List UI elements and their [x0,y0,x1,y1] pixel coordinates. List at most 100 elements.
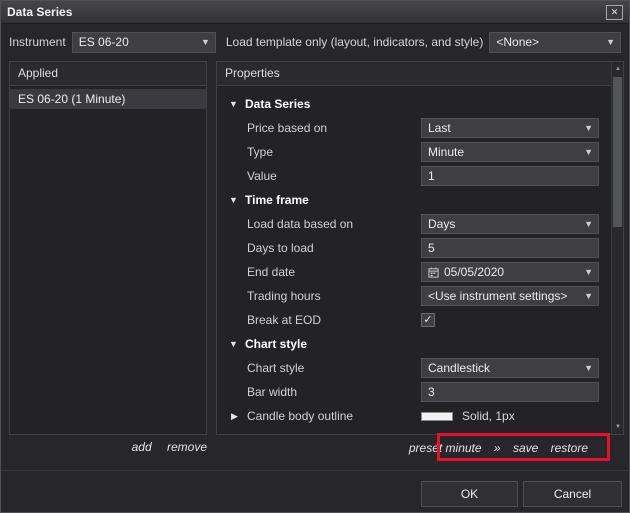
ok-button-label: OK [460,487,479,501]
title-bar[interactable]: Data Series ✕ [1,1,629,24]
property-label: Trading hours [247,289,321,303]
property-row-price-based-on: Price based on Last ▼ [217,116,611,140]
price-based-on-dropdown[interactable]: Last ▼ [421,118,599,138]
dropdown-value: Minute [428,145,465,159]
scroll-down-icon: ▼ [615,424,621,430]
chevron-down-icon: ▼ [584,147,593,157]
properties-header: Properties [217,62,611,86]
scroll-thumb[interactable] [613,77,622,227]
properties-scrollbar[interactable]: ▲ ▼ [611,62,623,434]
property-group-chart-style[interactable]: ▼ Chart style [217,332,611,356]
break-at-eod-checkbox[interactable]: ✓ [421,313,435,327]
bar-width-input[interactable] [421,382,599,402]
properties-body: ▼ Data Series Price based on Last ▼ Type… [217,86,611,434]
instrument-dropdown-value: ES 06-20 [78,35,129,49]
dropdown-value: <Use instrument settings> [428,289,568,303]
calendar-icon [428,266,439,278]
property-label: Load data based on [247,217,354,231]
collapse-caret-icon: ▼ [229,339,238,349]
value-input[interactable] [421,166,599,186]
window-title: Data Series [7,5,73,19]
toolbar: Instrument ES 06-20 ▼ Load template only… [9,31,621,53]
instrument-label: Instrument [9,35,66,49]
ok-button[interactable]: OK [421,481,518,507]
property-label: Candle body outline [247,409,354,423]
end-date-value: 05/05/2020 [444,265,505,279]
preset-bar: preset minute » save restore [216,437,611,459]
property-row-days-to-load: Days to load [217,236,611,260]
property-label: Bar width [247,385,298,399]
property-group-time-frame[interactable]: ▼ Time frame [217,188,611,212]
property-label: Type [247,145,274,159]
property-row-load-data-based-on: Load data based on Days ▼ [217,212,611,236]
properties-panel: Properties ▼ Data Series Price based on … [216,61,624,435]
collapse-caret-icon: ▼ [229,195,238,205]
remove-link[interactable]: remove [167,440,207,454]
dropdown-value: Last [428,121,451,135]
property-group-label: Time frame [245,193,309,207]
collapse-caret-icon: ▼ [229,99,238,109]
days-to-load-input[interactable] [421,238,599,258]
property-label: Price based on [247,121,328,135]
property-label: Break at EOD [247,313,322,327]
property-group-label: Data Series [245,97,311,111]
dropdown-value: Days [428,217,456,231]
dropdown-value: Candlestick [428,361,491,375]
footer-separator [1,470,629,471]
instrument-dropdown[interactable]: ES 06-20 ▼ [71,31,216,53]
chart-style-dropdown[interactable]: Candlestick ▼ [421,358,599,378]
close-icon: ✕ [610,6,619,17]
candle-body-outline-editor[interactable]: Solid, 1px [421,409,599,423]
line-style-editor[interactable]: Solid, [421,433,599,434]
property-label: Days to load [247,241,314,255]
end-date-picker[interactable]: 05/05/2020 ▼ [421,262,599,282]
scroll-up-button[interactable]: ▲ [612,62,624,76]
property-group-data-series[interactable]: ▼ Data Series [217,92,611,116]
template-dropdown[interactable]: <None> ▼ [489,31,621,53]
chevron-down-icon: ▼ [584,291,593,301]
property-label: End date [247,265,296,279]
property-label: Chart style [247,361,305,375]
property-row-value: Value [217,164,611,188]
chevron-down-icon: ▼ [584,219,593,229]
scroll-down-button[interactable]: ▼ [612,420,624,434]
applied-list-item[interactable]: ES 06-20 (1 Minute) [10,89,206,109]
chevron-down-icon: ▼ [584,363,593,373]
template-only-label: Load template only (layout, indicators, … [225,35,484,49]
template-dropdown-value: <None> [496,35,540,49]
property-label: Value [247,169,277,183]
scroll-up-icon: ▲ [615,66,621,72]
chevron-down-icon: ▼ [200,37,210,47]
property-row-candle-body-outline: ▶ Candle body outline Solid, 1px [217,404,611,428]
data-series-dialog: Data Series ✕ Instrument ES 06-20 ▼ Load… [0,0,630,513]
close-button[interactable]: ✕ [606,4,623,20]
applied-panel: Applied ES 06-20 (1 Minute) [9,61,207,435]
trading-hours-dropdown[interactable]: <Use instrument settings> ▼ [421,286,599,306]
property-row-end-date: End date 05/05/2020 ▼ [217,260,611,284]
restore-link[interactable]: restore [551,441,588,455]
chevron-down-icon: ▼ [584,267,593,277]
cancel-button-label: Cancel [553,487,592,501]
preset-separator: » [493,441,501,455]
property-row-break-at-eod: Break at EOD ✓ [217,308,611,332]
chevron-down-icon: ▼ [606,37,615,47]
load-data-based-on-dropdown[interactable]: Days ▼ [421,214,599,234]
property-row-bar-width: Bar width [217,380,611,404]
applied-header: Applied [10,62,206,86]
cancel-button[interactable]: Cancel [523,481,622,507]
property-row-type: Type Minute ▼ [217,140,611,164]
property-row-chart-style: Chart style Candlestick ▼ [217,356,611,380]
preset-minute-link[interactable]: preset minute [409,441,482,455]
add-link[interactable]: add [132,440,152,454]
check-icon: ✓ [423,313,433,326]
property-row-trading-hours: Trading hours <Use instrument settings> … [217,284,611,308]
line-style-swatch [421,411,453,421]
line-style-value: Solid, [462,433,492,434]
line-style-value: Solid, 1px [462,409,515,423]
property-row-clipped: ▶ Solid, [217,428,611,434]
save-link[interactable]: save [513,441,538,455]
type-dropdown[interactable]: Minute ▼ [421,142,599,162]
applied-actions: add remove [9,440,207,454]
chevron-down-icon: ▼ [584,123,593,133]
expand-caret-icon[interactable]: ▶ [231,411,247,422]
